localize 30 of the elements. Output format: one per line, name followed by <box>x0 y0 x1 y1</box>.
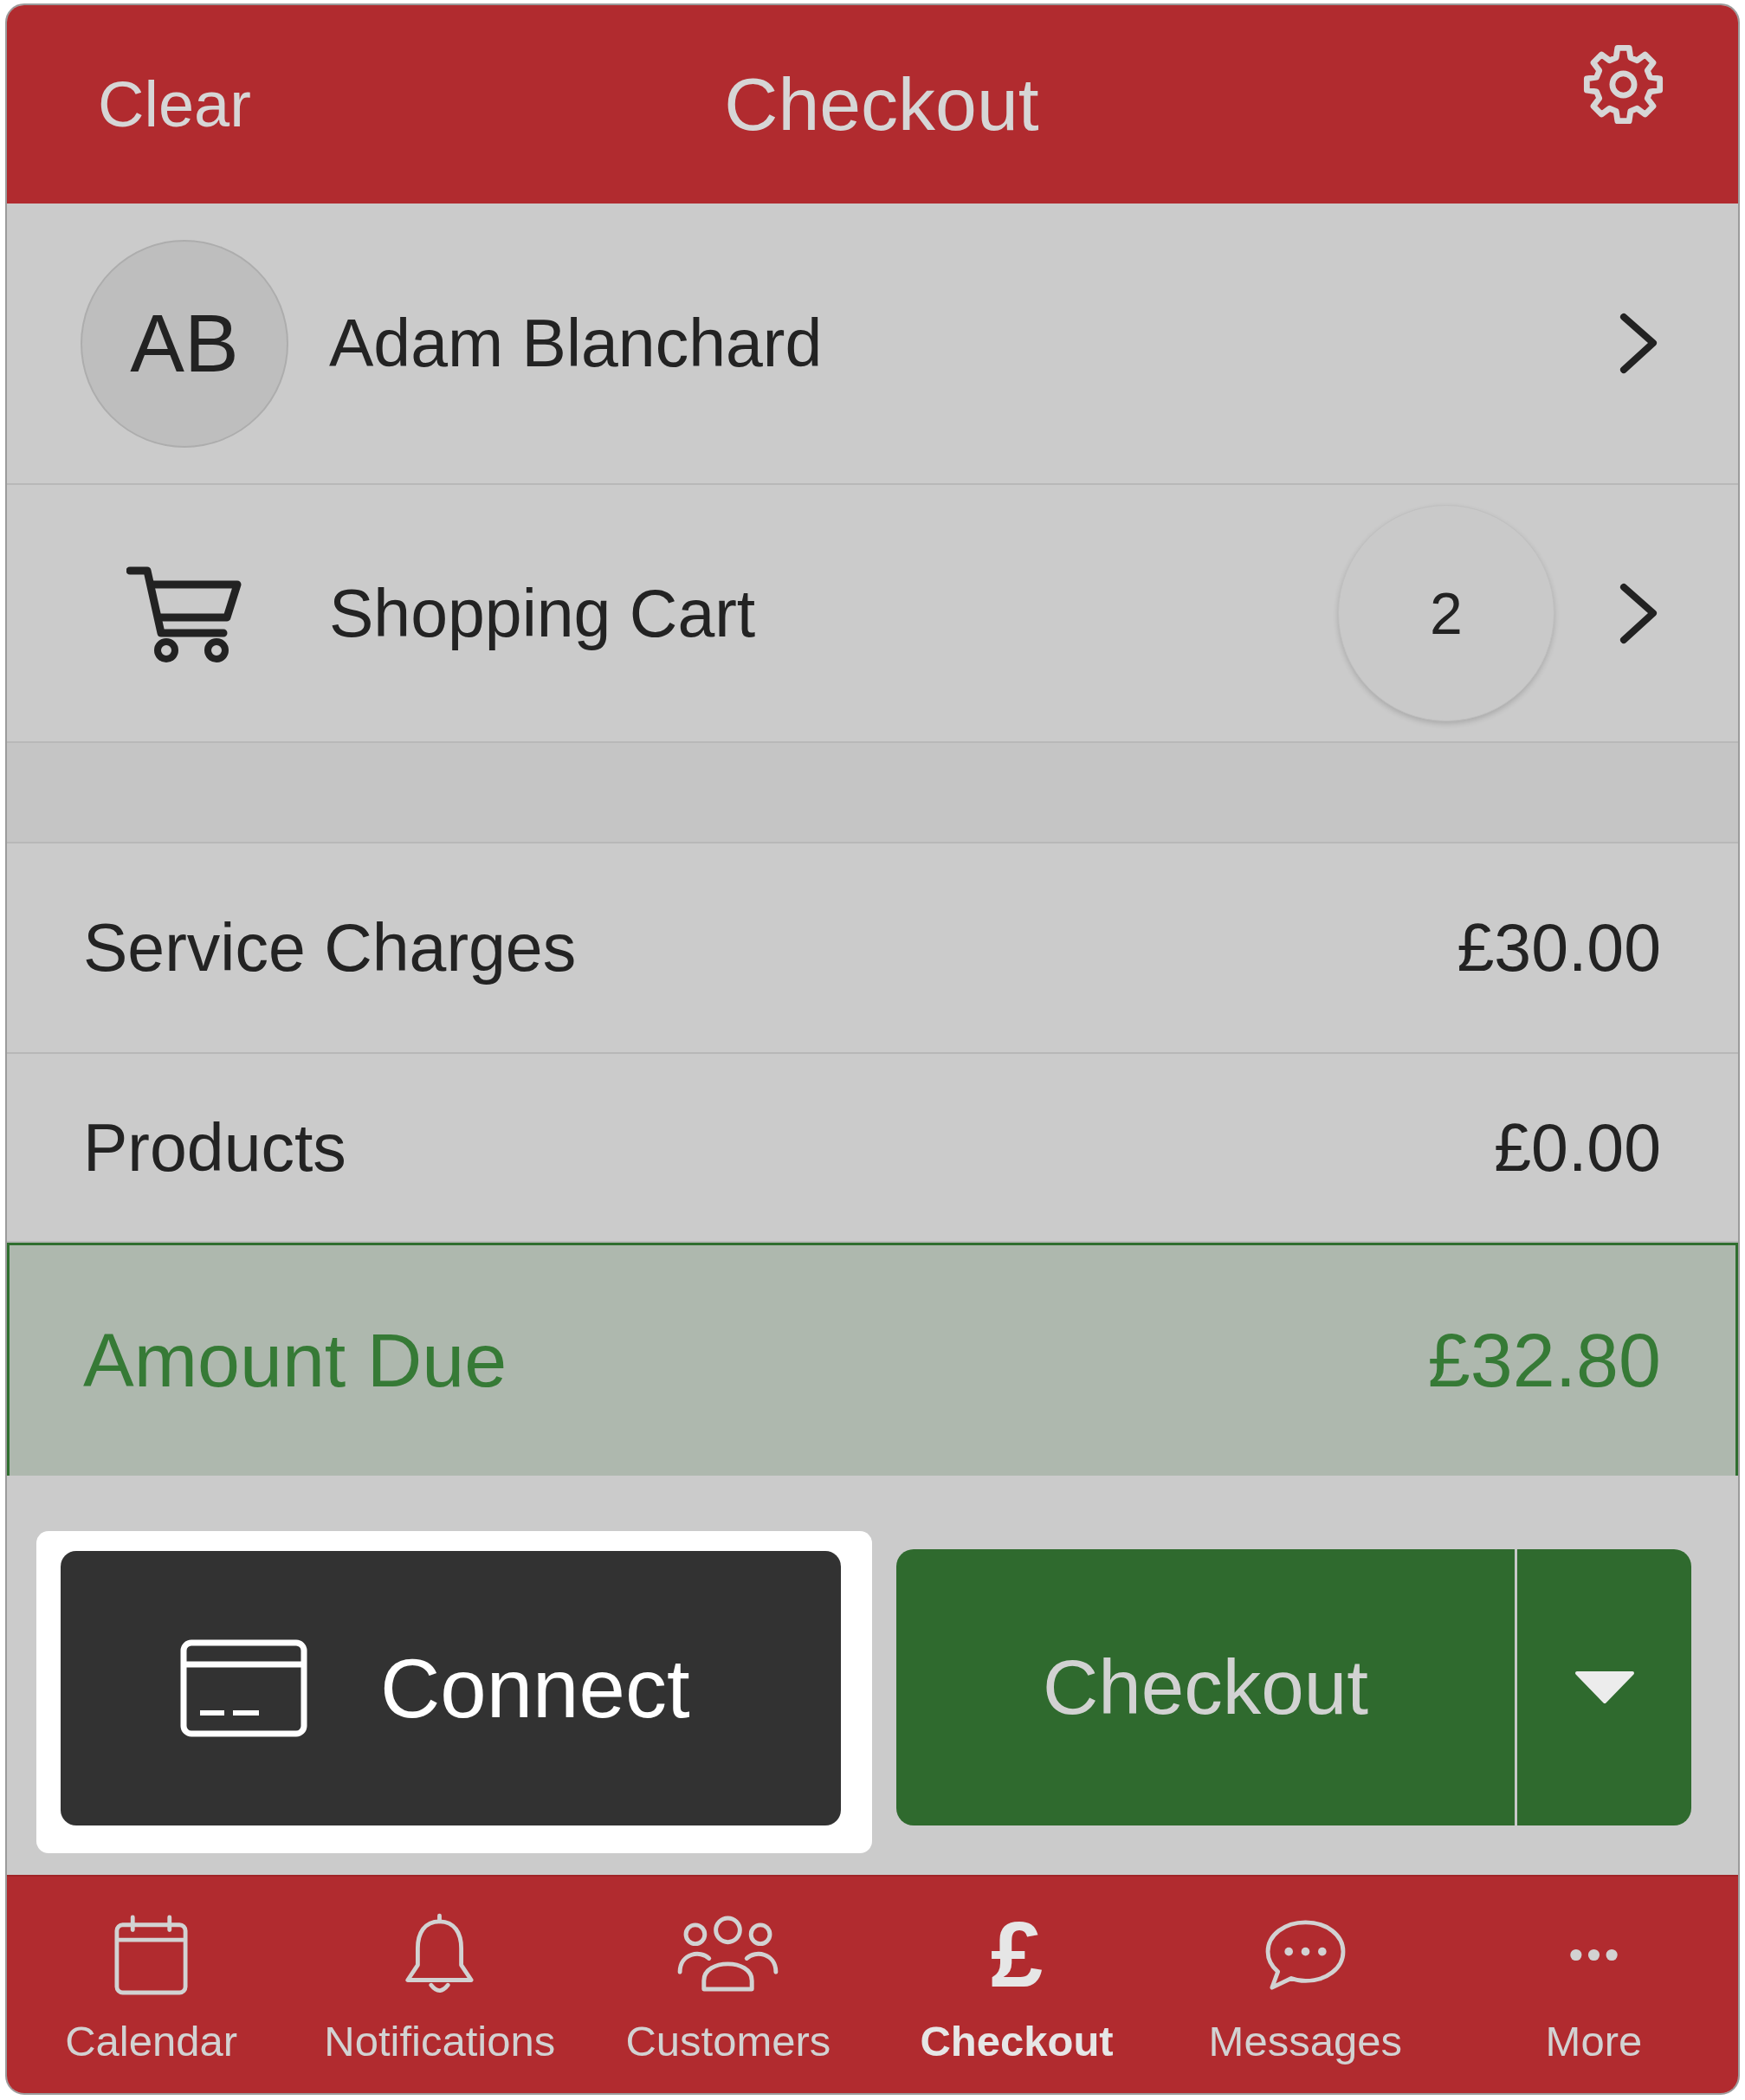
chevron-right-icon <box>1619 312 1659 375</box>
card-icon <box>179 1638 308 1738</box>
dropdown-toggle-button[interactable] <box>1515 1549 1691 1825</box>
avatar: AB <box>81 239 288 448</box>
tab-bar-item[interactable]: Customers <box>584 1877 873 2093</box>
tab-bar-item[interactable]: £ Checkout <box>872 1877 1161 2093</box>
amount-due-label: Amount Due <box>83 1316 507 1405</box>
people-icon <box>676 1915 780 1994</box>
charge-amount: £30.00 <box>1457 909 1661 987</box>
tab-bar-item[interactable]: More <box>1449 1877 1738 2093</box>
charge-amount: £0.00 <box>1494 1108 1661 1186</box>
caret-down-icon <box>1574 1670 1635 1704</box>
charge-label: Service Charges <box>83 909 577 987</box>
pound-icon: £ <box>991 1911 1044 1998</box>
calendar-icon <box>114 1914 189 1995</box>
more-icon <box>1567 1948 1619 1961</box>
page-title: Checkout <box>724 61 1039 147</box>
connect-button[interactable]: Connect <box>61 1551 841 1825</box>
tab-bar-item[interactable]: Notifications <box>295 1877 585 2093</box>
tab-bar-item[interactable]: Calendar <box>7 1877 296 2093</box>
chevron-right-icon <box>1619 581 1659 645</box>
amount-due-value: £32.80 <box>1427 1316 1661 1405</box>
charge-label: Products <box>83 1108 346 1186</box>
checkout-button[interactable]: Checkout <box>896 1549 1515 1825</box>
cart-label: Shopping Cart <box>329 574 756 652</box>
settings-icon[interactable] <box>1581 42 1665 126</box>
item-count-badge: 2 <box>1338 505 1554 721</box>
customer-name: Adam Blanchard <box>329 305 823 383</box>
clear-button[interactable]: Clear <box>98 67 251 142</box>
tab-bar-item[interactable]: Messages <box>1160 1877 1450 2093</box>
